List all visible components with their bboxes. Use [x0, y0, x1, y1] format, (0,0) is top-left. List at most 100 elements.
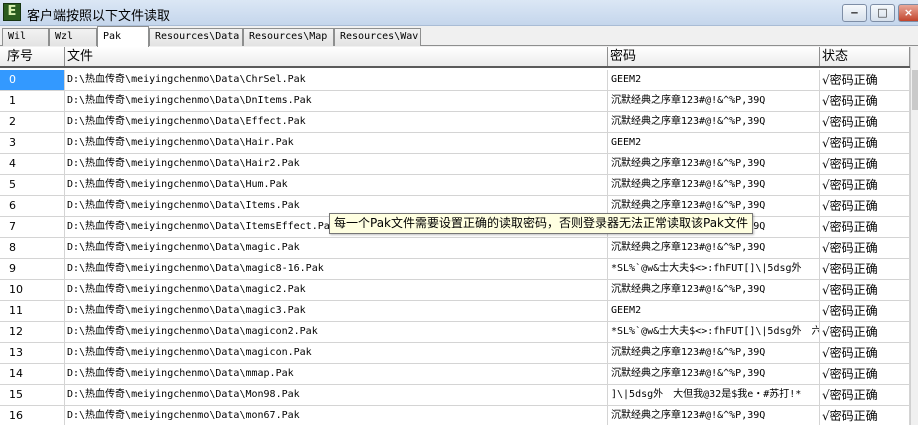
- table-row[interactable]: 2 D:\热血传奇\meiyingchenmo\Data\Effect.Pak 沉默…: [0, 112, 910, 133]
- column-header-index[interactable]: 序号: [0, 47, 65, 66]
- row-index-cell[interactable]: 7: [0, 217, 65, 237]
- row-index-cell[interactable]: 14: [0, 364, 65, 384]
- row-status-cell[interactable]: √密码正确: [820, 259, 910, 279]
- grid-body: 0 D:\热血传奇\meiyingchenmo\Data\ChrSel.Pak GE…: [0, 70, 910, 425]
- row-status-cell[interactable]: √密码正确: [820, 154, 910, 174]
- row-password-cell[interactable]: *SL%`@w&士大夫$<>:fhFUT[]\|5dsg外 六: [608, 322, 820, 342]
- row-status-cell[interactable]: √密码正确: [820, 364, 910, 384]
- row-index-cell[interactable]: 13: [0, 343, 65, 363]
- row-file-cell[interactable]: D:\热血传奇\meiyingchenmo\Data\Hair2.Pak: [65, 154, 608, 174]
- table-row[interactable]: 1 D:\热血传奇\meiyingchenmo\Data\DnItems.Pak 沉…: [0, 91, 910, 112]
- table-row[interactable]: 9 D:\热血传奇\meiyingchenmo\Data\magic8-16.Pa…: [0, 259, 910, 280]
- row-password-cell[interactable]: 沉默经典之序章123#@!&^%P,39Q: [608, 238, 820, 258]
- row-password-cell[interactable]: 沉默经典之序章123#@!&^%P,39Q: [608, 154, 820, 174]
- maximize-button[interactable]: □: [870, 4, 895, 22]
- row-index-cell[interactable]: 8: [0, 238, 65, 258]
- row-file-cell[interactable]: D:\热血传奇\meiyingchenmo\Data\Effect.Pak: [65, 112, 608, 132]
- row-index-cell[interactable]: 15: [0, 385, 65, 405]
- row-password-cell[interactable]: 沉默经典之序章123#@!&^%P,39Q: [608, 91, 820, 111]
- row-file-cell[interactable]: D:\热血传奇\meiyingchenmo\Data\DnItems.Pak: [65, 91, 608, 111]
- table-row[interactable]: 4 D:\热血传奇\meiyingchenmo\Data\Hair2.Pak 沉默经…: [0, 154, 910, 175]
- window-title: 客户端按照以下文件读取: [27, 9, 171, 24]
- tab-pak[interactable]: Pak: [97, 26, 149, 47]
- row-password-cell[interactable]: 沉默经典之序章123#@!&^%P,39Q: [608, 343, 820, 363]
- row-index-cell[interactable]: 0: [0, 70, 65, 90]
- close-button[interactable]: ×: [898, 4, 918, 22]
- row-status-cell[interactable]: √密码正确: [820, 385, 910, 405]
- row-index-cell[interactable]: 4: [0, 154, 65, 174]
- column-header-file[interactable]: 文件: [65, 47, 608, 66]
- table-row[interactable]: 5 D:\热血传奇\meiyingchenmo\Data\Hum.Pak 沉默经典之…: [0, 175, 910, 196]
- table-row[interactable]: 16 D:\热血传奇\meiyingchenmo\Data\mon67.Pak 沉默…: [0, 406, 910, 425]
- row-status-cell[interactable]: √密码正确: [820, 238, 910, 258]
- row-status-cell[interactable]: √密码正确: [820, 301, 910, 321]
- row-file-cell[interactable]: D:\热血传奇\meiyingchenmo\Data\ChrSel.Pak: [65, 70, 608, 90]
- table-row[interactable]: 12 D:\热血传奇\meiyingchenmo\Data\magicon2.Pa…: [0, 322, 910, 343]
- row-file-cell[interactable]: D:\热血传奇\meiyingchenmo\Data\magic.Pak: [65, 238, 608, 258]
- table-row[interactable]: 0 D:\热血传奇\meiyingchenmo\Data\ChrSel.Pak GE…: [0, 70, 910, 91]
- row-file-cell[interactable]: D:\热血传奇\meiyingchenmo\Data\mon67.Pak: [65, 406, 608, 425]
- row-password-cell[interactable]: *SL%`@w&士大夫$<>:fhFUT[]\|5dsg外: [608, 259, 820, 279]
- row-status-cell[interactable]: √密码正确: [820, 196, 910, 216]
- row-file-cell[interactable]: D:\热血传奇\meiyingchenmo\Data\Mon98.Pak: [65, 385, 608, 405]
- row-status-cell[interactable]: √密码正确: [820, 343, 910, 363]
- row-index-cell[interactable]: 12: [0, 322, 65, 342]
- table-row[interactable]: 11 D:\热血传奇\meiyingchenmo\Data\magic3.Pak G…: [0, 301, 910, 322]
- row-password-cell[interactable]: 沉默经典之序章123#@!&^%P,39Q: [608, 280, 820, 300]
- row-password-cell[interactable]: 沉默经典之序章123#@!&^%P,39Q: [608, 175, 820, 195]
- row-index-cell[interactable]: 2: [0, 112, 65, 132]
- row-password-cell[interactable]: 沉默经典之序章123#@!&^%P,39Q: [608, 364, 820, 384]
- row-password-cell[interactable]: GEEM2: [608, 133, 820, 153]
- table-row[interactable]: 3 D:\热血传奇\meiyingchenmo\Data\Hair.Pak GEEM…: [0, 133, 910, 154]
- row-file-cell[interactable]: D:\热血传奇\meiyingchenmo\Data\magic2.Pak: [65, 280, 608, 300]
- row-status-cell[interactable]: √密码正确: [820, 112, 910, 132]
- row-status-cell[interactable]: √密码正确: [820, 322, 910, 342]
- row-file-cell[interactable]: D:\热血传奇\meiyingchenmo\Data\mmap.Pak: [65, 364, 608, 384]
- column-header-password[interactable]: 密码: [608, 47, 820, 66]
- row-password-cell[interactable]: 沉默经典之序章123#@!&^%P,39Q: [608, 112, 820, 132]
- row-index-cell[interactable]: 16: [0, 406, 65, 425]
- file-grid[interactable]: 序号 文件 密码 状态 0 D:\热血传奇\meiyingchenmo\Data\…: [0, 47, 918, 425]
- row-password-cell[interactable]: 沉默经典之序章123#@!&^%P,39Q: [608, 406, 820, 425]
- row-file-cell[interactable]: D:\热血传奇\meiyingchenmo\Data\magicon2.Pak: [65, 322, 608, 342]
- row-index-cell[interactable]: 10: [0, 280, 65, 300]
- title-bar: E 客户端按照以下文件读取 ‒ □ ×: [0, 0, 918, 26]
- tab-resources-map[interactable]: Resources\Map: [243, 28, 334, 46]
- scroll-thumb[interactable]: [912, 70, 918, 110]
- row-status-cell[interactable]: √密码正确: [820, 70, 910, 90]
- tooltip: 每一个Pak文件需要设置正确的读取密码，否则登录器无法正常读取该Pak文件: [329, 213, 754, 234]
- column-header-status[interactable]: 状态: [820, 47, 910, 66]
- tab-wil[interactable]: Wil: [2, 28, 49, 46]
- row-status-cell[interactable]: √密码正确: [820, 91, 910, 111]
- tab-resources-data[interactable]: Resources\Data: [149, 28, 243, 46]
- row-index-cell[interactable]: 11: [0, 301, 65, 321]
- vertical-scrollbar[interactable]: [910, 47, 918, 425]
- row-status-cell[interactable]: √密码正确: [820, 133, 910, 153]
- row-status-cell[interactable]: √密码正确: [820, 280, 910, 300]
- row-status-cell[interactable]: √密码正确: [820, 406, 910, 425]
- table-row[interactable]: 15 D:\热血传奇\meiyingchenmo\Data\Mon98.Pak]\…: [0, 385, 910, 406]
- minimize-button[interactable]: ‒: [842, 4, 867, 22]
- table-row[interactable]: 13 D:\热血传奇\meiyingchenmo\Data\magicon.Pak…: [0, 343, 910, 364]
- tab-resources-wav[interactable]: Resources\Wav: [334, 28, 421, 46]
- row-file-cell[interactable]: D:\热血传奇\meiyingchenmo\Data\magicon.Pak: [65, 343, 608, 363]
- tab-wzl[interactable]: Wzl: [49, 28, 97, 46]
- row-index-cell[interactable]: 9: [0, 259, 65, 279]
- row-file-cell[interactable]: D:\热血传奇\meiyingchenmo\Data\magic3.Pak: [65, 301, 608, 321]
- row-index-cell[interactable]: 1: [0, 91, 65, 111]
- app-icon: E: [3, 3, 21, 21]
- row-file-cell[interactable]: D:\热血传奇\meiyingchenmo\Data\Hum.Pak: [65, 175, 608, 195]
- row-status-cell[interactable]: √密码正确: [820, 175, 910, 195]
- row-password-cell[interactable]: ]\|5dsg外 大但我@32是$我e・#苏打!*: [608, 385, 820, 405]
- row-status-cell[interactable]: √密码正确: [820, 217, 910, 237]
- table-row[interactable]: 10 D:\热血传奇\meiyingchenmo\Data\magic2.Pak 沉…: [0, 280, 910, 301]
- row-password-cell[interactable]: GEEM2: [608, 70, 820, 90]
- row-file-cell[interactable]: D:\热血传奇\meiyingchenmo\Data\magic8-16.Pak: [65, 259, 608, 279]
- row-index-cell[interactable]: 5: [0, 175, 65, 195]
- row-index-cell[interactable]: 6: [0, 196, 65, 216]
- row-index-cell[interactable]: 3: [0, 133, 65, 153]
- table-row[interactable]: 8 D:\热血传奇\meiyingchenmo\Data\magic.Pak 沉默经…: [0, 238, 910, 259]
- row-file-cell[interactable]: D:\热血传奇\meiyingchenmo\Data\Hair.Pak: [65, 133, 608, 153]
- table-row[interactable]: 14 D:\热血传奇\meiyingchenmo\Data\mmap.Pak 沉默经…: [0, 364, 910, 385]
- row-password-cell[interactable]: GEEM2: [608, 301, 820, 321]
